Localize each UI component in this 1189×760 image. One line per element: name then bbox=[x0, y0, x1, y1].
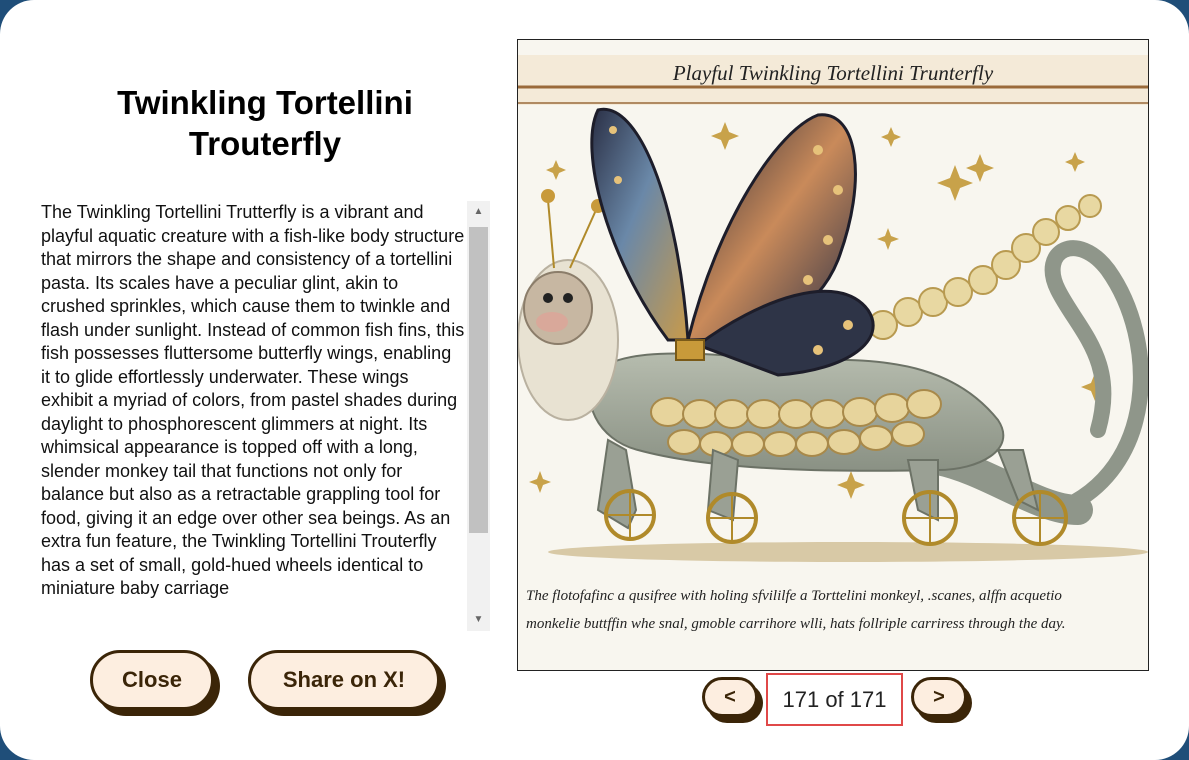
description-scrollbar[interactable]: ▲ ▼ bbox=[467, 201, 490, 631]
image-counter: 171 of 171 bbox=[766, 673, 903, 726]
creature-description: The Twinkling Tortellini Trutterfly is a… bbox=[41, 202, 465, 598]
image-caption-bottom-2: monkelie buttffin whe snal, gmoble carri… bbox=[526, 616, 1066, 632]
scroll-down-arrow-icon[interactable]: ▼ bbox=[467, 609, 490, 631]
close-button[interactable]: Close bbox=[90, 650, 214, 710]
creature-modal: Twinkling Tortellini Trouterfly The Twin… bbox=[0, 0, 1189, 760]
creature-image: Playful Twinkling Tortellini Trunterfly bbox=[517, 39, 1149, 671]
image-caption-top: Playful Twinkling Tortellini Trunterfly bbox=[672, 61, 994, 85]
creature-illustration: Playful Twinkling Tortellini Trunterfly bbox=[518, 40, 1148, 670]
image-caption-bottom-1: The flotofafinc a qusifree with holing s… bbox=[526, 588, 1062, 604]
creature-title: Twinkling Tortellini Trouterfly bbox=[117, 84, 413, 162]
next-button[interactable]: > bbox=[911, 677, 967, 717]
scroll-up-arrow-icon[interactable]: ▲ bbox=[467, 201, 490, 223]
previous-button[interactable]: < bbox=[702, 677, 758, 717]
scrollbar-thumb[interactable] bbox=[469, 227, 488, 533]
share-on-x-button[interactable]: Share on X! bbox=[248, 650, 440, 710]
description-scroll-area[interactable]: The Twinkling Tortellini Trutterfly is a… bbox=[41, 201, 490, 631]
